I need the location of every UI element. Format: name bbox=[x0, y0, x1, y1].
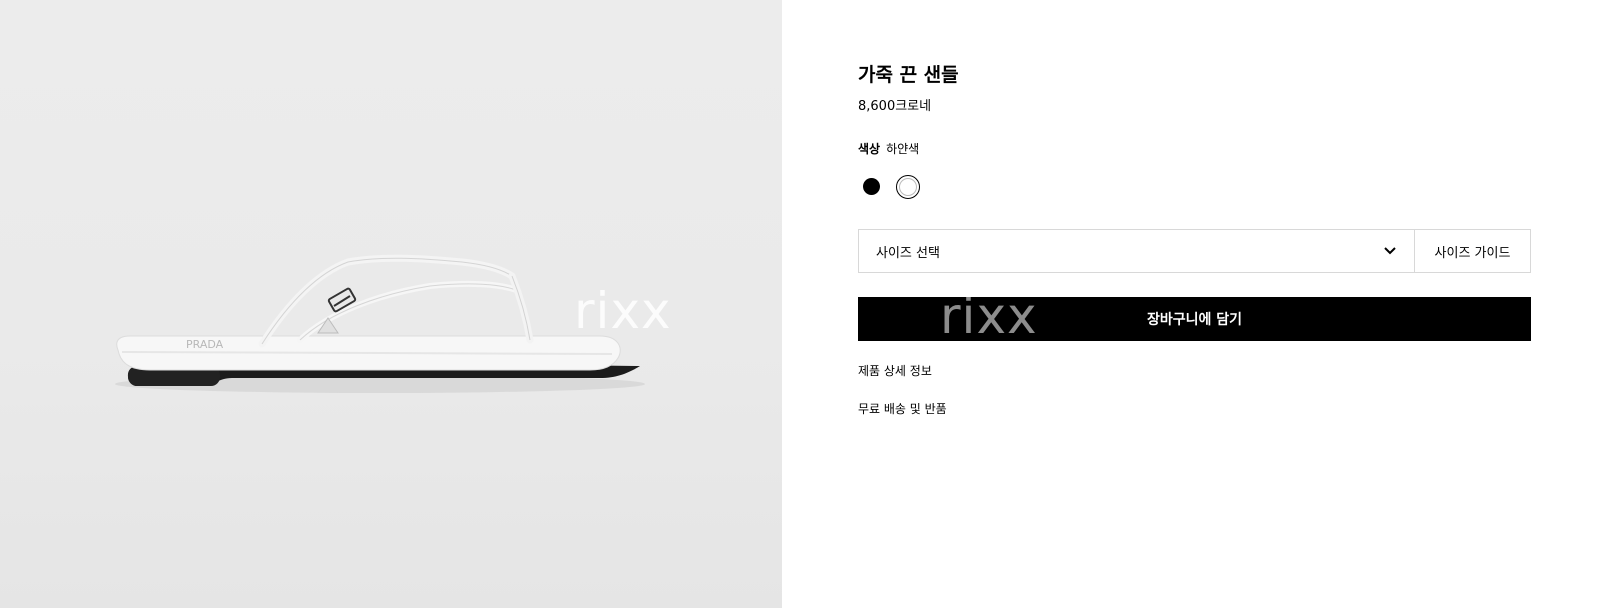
size-select-label: 사이즈 선택 bbox=[876, 245, 940, 261]
size-select-dropdown[interactable]: 사이즈 선택 bbox=[859, 230, 1414, 272]
sandal-image: PRADA bbox=[115, 254, 645, 393]
product-image-panel: PRADA rixx bbox=[0, 0, 782, 608]
color-swatch-black[interactable] bbox=[863, 178, 880, 195]
color-value: 하얀색 bbox=[886, 142, 920, 156]
add-to-cart-button[interactable]: 장바구니에 담기 bbox=[858, 297, 1531, 341]
product-details-link[interactable]: 제품 상세 정보 bbox=[858, 362, 932, 379]
color-info: 색상 하얀색 bbox=[858, 140, 919, 157]
size-guide-button[interactable]: 사이즈 가이드 bbox=[1414, 230, 1530, 272]
product-title: 가죽 끈 샌들 bbox=[858, 64, 959, 86]
product-price: 8,600크로네 bbox=[858, 99, 932, 114]
svg-text:PRADA: PRADA bbox=[186, 338, 224, 351]
color-swatch-white[interactable] bbox=[896, 175, 920, 199]
chevron-down-icon bbox=[1384, 247, 1396, 255]
size-selector-row: 사이즈 선택 사이즈 가이드 bbox=[858, 229, 1531, 273]
free-shipping-returns-link[interactable]: 무료 배송 및 반품 bbox=[858, 400, 947, 417]
color-label: 색상 bbox=[858, 142, 881, 156]
